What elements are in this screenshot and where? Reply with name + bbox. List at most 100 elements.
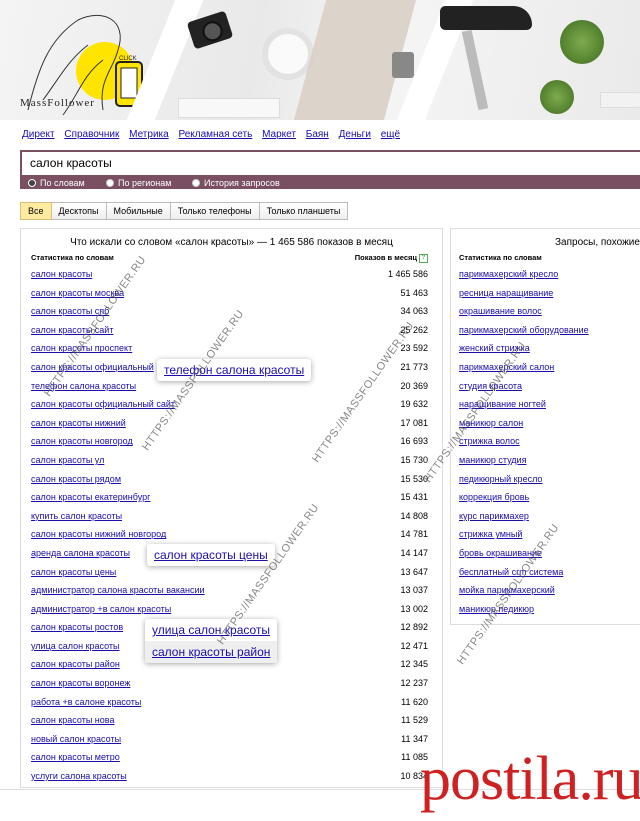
massfollower-logo: MassFollower xyxy=(20,97,95,109)
watch-decoration xyxy=(392,52,414,78)
table-row: парикмахерский оборудование xyxy=(451,321,640,340)
table-row: салон красоты москва 51 463 xyxy=(21,284,442,303)
similar-query-link[interactable]: педикюрный кресло xyxy=(459,470,542,489)
radio-icon xyxy=(192,179,200,187)
query-link[interactable]: салон красоты спб xyxy=(31,302,109,321)
table-row: бесплатный crm система xyxy=(451,563,640,582)
query-link[interactable]: салон красоты официальный сайт xyxy=(31,395,175,414)
query-link[interactable]: салон красоты сайт xyxy=(31,321,113,340)
similar-query-link[interactable]: парикмахерский оборудование xyxy=(459,321,589,340)
similar-query-link[interactable]: коррекция бровь xyxy=(459,488,529,507)
tab-tablets-only[interactable]: Только планшеты xyxy=(259,202,349,220)
query-link[interactable]: работа +в салоне красоты xyxy=(31,693,141,712)
similar-query-link[interactable]: студия красота xyxy=(459,377,522,396)
suggestion-popup: улица салон красоты салон красоты район xyxy=(145,619,278,663)
bike-saddle-decoration xyxy=(440,6,532,30)
impressions-count: 13 647 xyxy=(400,566,428,577)
similar-query-link[interactable]: курс парикмахер xyxy=(459,507,529,526)
table-row: администратор +в салон красоты 13 002 xyxy=(21,600,442,619)
impressions-count: 15 431 xyxy=(400,492,428,503)
query-link[interactable]: салон красоты нова xyxy=(31,711,114,730)
nav-link-directory[interactable]: Справочник xyxy=(64,129,119,140)
impressions-count: 25 262 xyxy=(400,324,428,335)
suggestion-item-highlighted[interactable]: салон красоты район xyxy=(145,641,278,663)
mode-by-words[interactable]: По словам xyxy=(28,177,85,189)
query-link[interactable]: салон красоты воронеж xyxy=(31,674,130,693)
similar-query-link[interactable]: наращивание ногтей xyxy=(459,395,546,414)
query-link[interactable]: салон красоты москва xyxy=(31,284,124,303)
impressions-count: 15 530 xyxy=(400,473,428,484)
suggestion-item[interactable]: улица салон красоты xyxy=(145,619,277,641)
column-header-query: Статистика по словам xyxy=(31,253,114,262)
impressions-count: 14 147 xyxy=(400,547,428,558)
impressions-count: 11 620 xyxy=(401,696,428,707)
query-link[interactable]: аренда салона красоты xyxy=(31,544,130,563)
suggestion-popup: салон красоты цены xyxy=(147,544,275,566)
similar-query-link[interactable]: маникюр педикюр xyxy=(459,600,534,619)
query-link[interactable]: салон красоты ул xyxy=(31,451,104,470)
similar-query-link[interactable]: мойка парикмахерский xyxy=(459,581,555,600)
query-link[interactable]: салон красоты новгород xyxy=(31,432,133,451)
similar-query-link[interactable]: парикмахерский салон xyxy=(459,358,554,377)
nav-link-direct[interactable]: Директ xyxy=(22,129,55,140)
query-link[interactable]: телефон салона красоты xyxy=(31,377,136,396)
query-link[interactable]: улица салон красоты xyxy=(31,637,120,656)
nav-link-money[interactable]: Деньги xyxy=(339,129,371,140)
query-link[interactable]: салон красоты район xyxy=(31,655,120,674)
query-link[interactable]: салон красоты нижний xyxy=(31,414,126,433)
similar-query-link[interactable]: маникюр салон xyxy=(459,414,523,433)
query-link[interactable]: администратор салона красоты вакансии xyxy=(31,581,205,600)
query-link[interactable]: салон красоты екатеринбург xyxy=(31,488,150,507)
suggestion-item[interactable]: салон красоты цены xyxy=(147,544,275,566)
nav-link-bayan[interactable]: Баян xyxy=(306,129,329,140)
help-icon[interactable]: ? xyxy=(419,253,428,263)
radio-selected-icon xyxy=(28,179,36,187)
similar-query-link[interactable]: стрижка волос xyxy=(459,432,520,451)
column-header-query: Статистика по словам xyxy=(459,253,542,262)
nav-link-market[interactable]: Маркет xyxy=(262,129,296,140)
suggestion-item[interactable]: телефон салона красоты xyxy=(157,359,311,381)
table-row: педикюрный кресло xyxy=(451,470,640,489)
nav-link-more[interactable]: ещё xyxy=(381,129,400,140)
similar-query-link[interactable]: бровь окрашивание xyxy=(459,544,542,563)
search-mode-bar: По словам По регионам История запросов xyxy=(20,177,640,189)
table-row: студия красота xyxy=(451,377,640,396)
impressions-count: 11 529 xyxy=(401,715,428,726)
impressions-count: 51 463 xyxy=(400,287,428,298)
tab-all[interactable]: Все xyxy=(20,202,52,220)
query-link[interactable]: салон красоты цены xyxy=(31,563,116,582)
device-tabs: Все Десктопы Мобильные Только телефоны Т… xyxy=(20,202,349,220)
query-link[interactable]: салон красоты рядом xyxy=(31,470,121,489)
search-input[interactable] xyxy=(22,152,638,174)
nav-link-ad-network[interactable]: Рекламная сеть xyxy=(178,129,252,140)
table-row: парикмахерский салон xyxy=(451,358,640,377)
similar-query-link[interactable]: маникюр студия xyxy=(459,451,526,470)
tab-phones-only[interactable]: Только телефоны xyxy=(170,202,260,220)
query-link[interactable]: купить салон красоты xyxy=(31,507,122,526)
table-row: парикмахерский кресло xyxy=(451,265,640,284)
impressions-count: 12 892 xyxy=(400,622,428,633)
similar-query-link[interactable]: женский стрижка xyxy=(459,339,530,358)
query-link[interactable]: администратор +в салон красоты xyxy=(31,600,171,619)
nav-link-metrica[interactable]: Метрика xyxy=(129,129,169,140)
mode-by-regions[interactable]: По регионам xyxy=(106,177,171,189)
tab-mobile[interactable]: Мобильные xyxy=(106,202,171,220)
query-link[interactable]: салон красоты ростов xyxy=(31,618,123,637)
query-link[interactable]: салон красоты нижний новгород xyxy=(31,525,166,544)
table-row: работа +в салоне красоты 11 620 xyxy=(21,693,442,712)
query-link[interactable]: новый салон красоты xyxy=(31,730,121,749)
mode-history[interactable]: История запросов xyxy=(192,177,280,189)
query-link[interactable]: услуги салона красоты xyxy=(31,767,127,786)
similar-query-link[interactable]: окрашивание волос xyxy=(459,302,542,321)
similar-query-link[interactable]: парикмахерский кресло xyxy=(459,265,558,284)
tab-desktops[interactable]: Десктопы xyxy=(51,202,107,220)
query-link[interactable]: салон красоты проспект xyxy=(31,339,132,358)
similar-query-link[interactable]: бесплатный crm система xyxy=(459,563,563,582)
query-link[interactable]: салон красоты официальный xyxy=(31,358,154,377)
impressions-count: 13 002 xyxy=(400,603,428,614)
similar-query-link[interactable]: ресница наращивание xyxy=(459,284,553,303)
query-link[interactable]: салон красоты метро xyxy=(31,748,120,767)
table-row: салон красоты сайт 25 262 xyxy=(21,321,442,340)
similar-query-link[interactable]: стрижка умный xyxy=(459,525,522,544)
query-link[interactable]: салон красоты xyxy=(31,265,92,284)
